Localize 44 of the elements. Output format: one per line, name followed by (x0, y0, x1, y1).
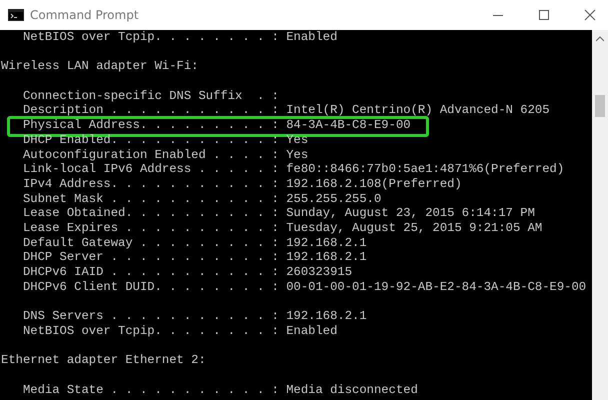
property-label: Connection-specific DNS Suffix . : (22, 88, 280, 103)
property-label: Lease Obtained. . . . . . . . . . : (22, 206, 280, 220)
property-value: Yes (286, 148, 308, 162)
property-value: Enabled (286, 30, 338, 44)
section-heading: Ethernet adapter Ethernet 2: (1, 353, 206, 368)
maximize-icon[interactable] (538, 9, 550, 21)
console-icon (8, 9, 24, 21)
property-label: DHCPv6 IAID . . . . . . . . . . . : (22, 265, 280, 279)
property-label: Default Gateway . . . . . . . . . : (22, 236, 280, 250)
property-label: Physical Address. . . . . . . . . : (22, 118, 280, 132)
scroll-thumb[interactable] (595, 95, 605, 117)
property-label: NetBIOS over Tcpip. . . . . . . . : (22, 30, 280, 44)
property-value: Enabled (286, 324, 338, 338)
property-value: Intel(R) Centrino(R) Advanced-N 6205 (286, 103, 550, 118)
property-value: 192.168.2.1 (286, 309, 367, 324)
property-value: Sunday, August 23, 2015 6:14:17 PM (286, 206, 535, 220)
property-label: Subnet Mask . . . . . . . . . . . : (22, 192, 280, 206)
property-value: Tuesday, August 25, 2015 9:21:05 AM (286, 220, 542, 235)
close-icon[interactable] (584, 9, 596, 21)
scrollbar[interactable] (592, 30, 608, 400)
property-value: 192.168.2.1 (286, 236, 367, 250)
property-value: fe80::8466:77b0:5ae1:4871%6(Preferred) (286, 162, 564, 176)
property-value: 192.168.2.1 (286, 250, 367, 264)
property-value: 260323915 (286, 265, 352, 279)
property-label: Lease Expires . . . . . . . . . . : (22, 220, 280, 235)
property-value: 255.255.255.0 (286, 192, 382, 206)
section-heading: Wireless LAN adapter Wi-Fi: (1, 59, 198, 74)
property-label: DHCP Server . . . . . . . . . . . : (22, 250, 280, 264)
property-label: DHCPv6 Client DUID. . . . . . . . : (22, 280, 280, 294)
property-label: NetBIOS over Tcpip. . . . . . . . : (22, 324, 280, 338)
property-value: Yes (286, 132, 308, 147)
property-value: Media disconnected (286, 382, 418, 396)
property-value: 84-3A-4B-C8-E9-00 (286, 118, 411, 132)
property-label: DNS Servers . . . . . . . . . . . : (22, 309, 280, 324)
property-label: DHCP Enabled. . . . . . . . . . . : (22, 132, 280, 147)
property-label: IPv4 Address. . . . . . . . . . . : (22, 176, 280, 191)
property-label: Media State . . . . . . . . . . . : (22, 382, 280, 396)
property-label: Description . . . . . . . . . . . : (22, 103, 280, 118)
window-title: Command Prompt (30, 8, 139, 22)
property-value: 00-01-00-01-19-92-AB-E2-84-3A-4B-C8-E9-00 (286, 280, 586, 294)
property-value: 192.168.2.108(Preferred) (286, 176, 462, 191)
scroll-up-icon[interactable] (596, 36, 604, 42)
property-label: Link-local IPv6 Address . . . . . : (22, 162, 280, 176)
property-label: Autoconfiguration Enabled . . . . : (22, 148, 280, 162)
